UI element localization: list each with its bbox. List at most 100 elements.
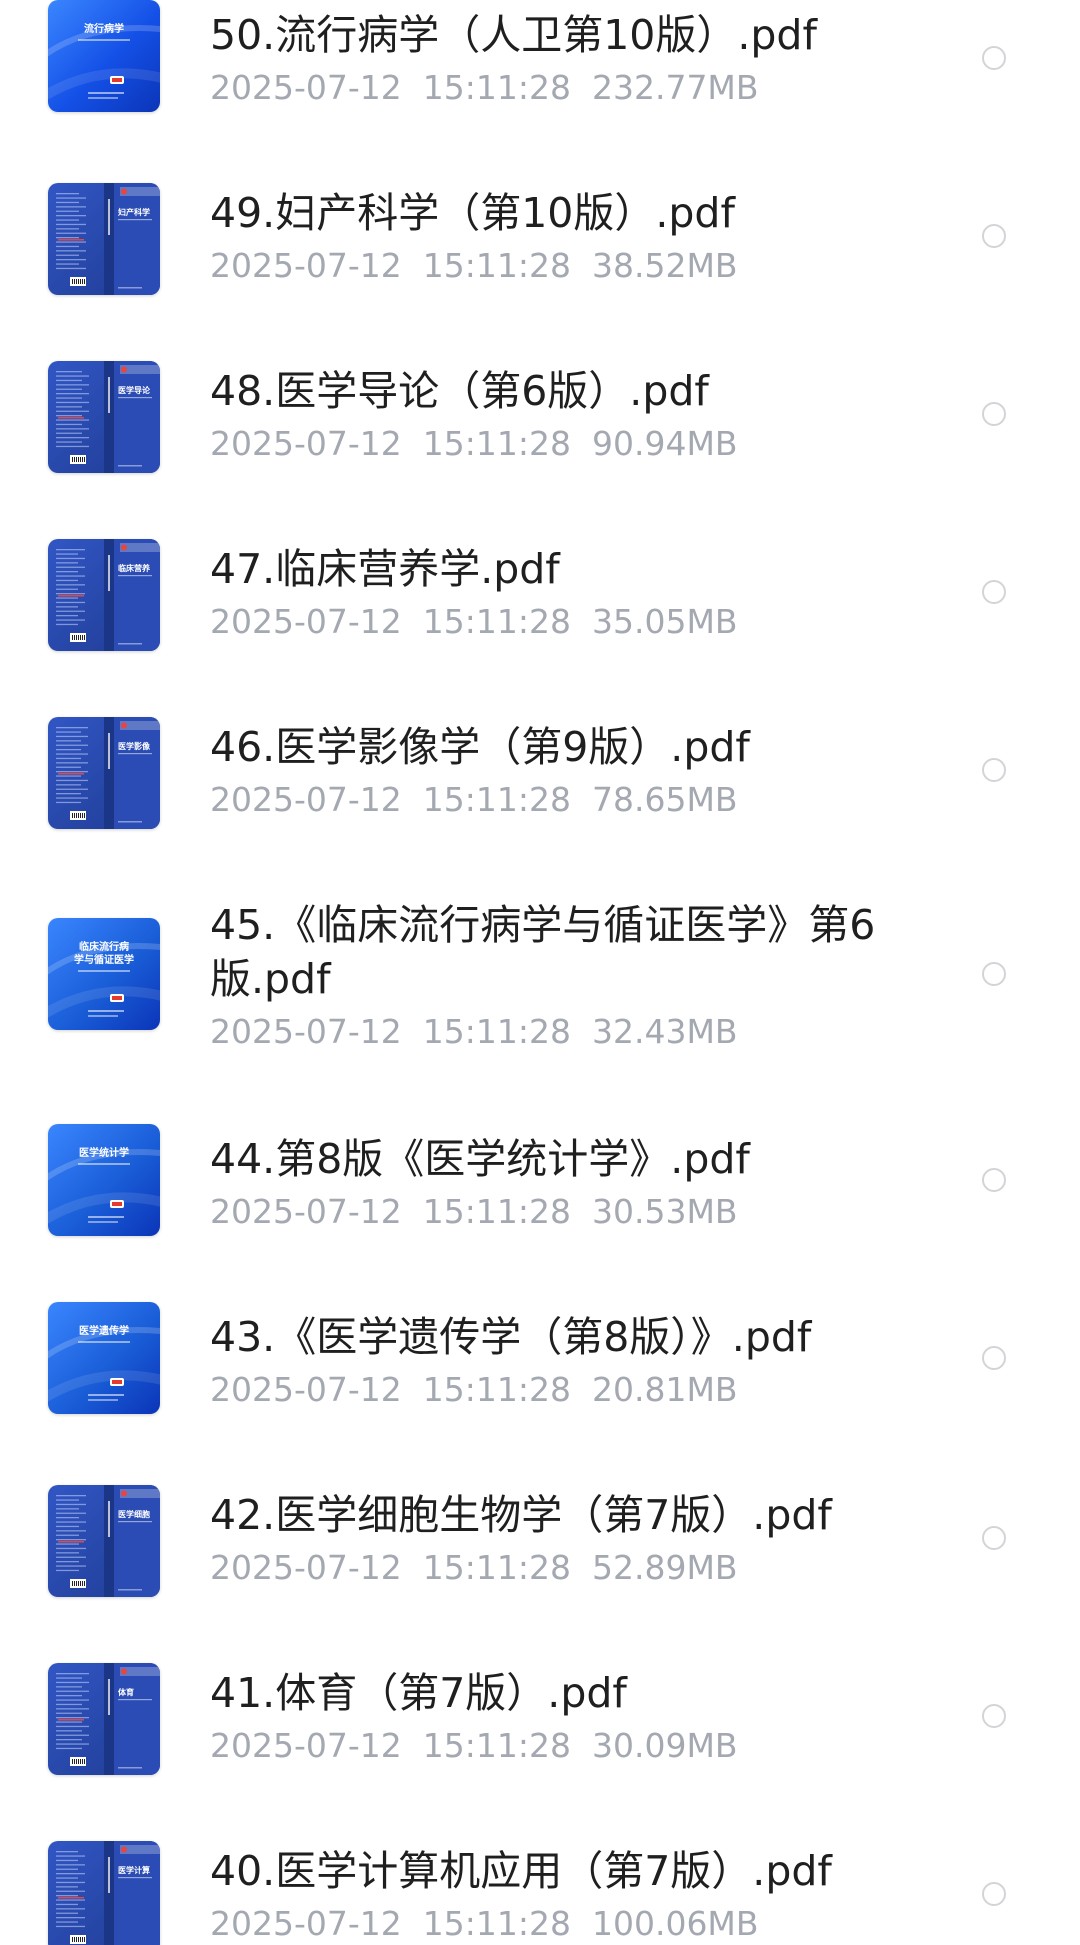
file-row[interactable]: 流行病学 50.流行病学（人卫第10版）.pdf 2025-07-12 15:1… — [0, 0, 1080, 160]
file-date: 2025-07-12 — [210, 424, 402, 463]
file-size: 100.06MB — [591, 1904, 759, 1943]
svg-text:妇产科学: 妇产科学 — [117, 207, 150, 217]
file-time: 15:11:28 — [422, 424, 571, 463]
file-time: 15:11:28 — [422, 246, 571, 285]
file-time: 15:11:28 — [422, 1192, 571, 1231]
book-cover-image: 医学遗传学 — [48, 1302, 160, 1414]
select-radio[interactable] — [982, 1704, 1006, 1728]
file-name: 50.流行病学（人卫第10版）.pdf — [210, 11, 817, 59]
select-radio[interactable] — [982, 1882, 1006, 1906]
svg-text:医学统计学: 医学统计学 — [79, 1146, 129, 1159]
file-name: 48.医学导论（第6版）.pdf — [210, 367, 709, 415]
file-row[interactable]: 医学遗传学 43.《医学遗传学（第8版）》.pdf 2025-07-12 15:… — [0, 1302, 1080, 1462]
select-radio[interactable] — [982, 1346, 1006, 1370]
file-date: 2025-07-12 — [210, 1904, 402, 1943]
svg-text:学与循证医学: 学与循证医学 — [74, 953, 134, 966]
pdf-thumbnail: 医学计算 — [48, 1841, 160, 1945]
file-name: 46.医学影像学（第9版）.pdf — [210, 723, 750, 771]
file-meta: 2025-07-12 15:11:28 232.77MB — [210, 68, 759, 108]
select-radio[interactable] — [982, 1168, 1006, 1192]
select-radio[interactable] — [982, 46, 1006, 70]
file-time: 15:11:28 — [422, 1548, 571, 1587]
file-date: 2025-07-12 — [210, 602, 402, 641]
file-meta: 2025-07-12 15:11:28 32.43MB — [210, 1012, 738, 1052]
file-row[interactable]: 医学导论 48.医学导论（第6版）.pdf 2025-07-12 15:11:2… — [0, 356, 1080, 516]
file-name: 45.《临床流行病学与循证医学》第6版.pdf — [210, 901, 876, 1003]
file-name: 41.体育（第7版）.pdf — [210, 1669, 627, 1717]
file-name: 44.第8版《医学统计学》.pdf — [210, 1135, 750, 1183]
file-row[interactable]: 体育 41.体育（第7版）.pdf 2025-07-12 15:11:28 30… — [0, 1658, 1080, 1818]
pdf-thumbnail: 体育 — [48, 1663, 160, 1775]
file-date: 2025-07-12 — [210, 1726, 402, 1765]
svg-text:医学细胞: 医学细胞 — [118, 1509, 150, 1519]
pdf-thumbnail: 临床营养 — [48, 539, 160, 651]
file-row[interactable]: 妇产科学 49.妇产科学（第10版）.pdf 2025-07-12 15:11:… — [0, 178, 1080, 338]
file-name: 40.医学计算机应用（第7版）.pdf — [210, 1847, 832, 1895]
select-radio[interactable] — [982, 962, 1006, 986]
file-time: 15:11:28 — [422, 1726, 571, 1765]
file-size: 78.65MB — [591, 780, 738, 819]
file-name: 47.临床营养学.pdf — [210, 545, 560, 593]
book-cover-image: 临床流行病学与循证医学 — [48, 918, 160, 1030]
file-list: 流行病学 50.流行病学（人卫第10版）.pdf 2025-07-12 15:1… — [0, 0, 1080, 1945]
file-size: 32.43MB — [591, 1012, 738, 1051]
book-cover-image: 体育 — [48, 1663, 160, 1775]
pdf-thumbnail: 医学导论 — [48, 361, 160, 473]
file-meta: 2025-07-12 15:11:28 100.06MB — [210, 1904, 759, 1944]
file-time: 15:11:28 — [422, 68, 571, 107]
file-meta: 2025-07-12 15:11:28 90.94MB — [210, 424, 738, 464]
svg-text:医学影像: 医学影像 — [118, 741, 151, 751]
svg-text:流行病学: 流行病学 — [84, 22, 124, 35]
file-time: 15:11:28 — [422, 1012, 571, 1051]
pdf-thumbnail: 妇产科学 — [48, 183, 160, 295]
file-size: 90.94MB — [591, 424, 738, 463]
book-cover-image: 医学细胞 — [48, 1485, 160, 1597]
book-cover-image: 医学影像 — [48, 717, 160, 829]
file-date: 2025-07-12 — [210, 1192, 402, 1231]
pdf-thumbnail: 医学细胞 — [48, 1485, 160, 1597]
file-name: 43.《医学遗传学（第8版）》.pdf — [210, 1313, 812, 1361]
file-name: 42.医学细胞生物学（第7版）.pdf — [210, 1491, 832, 1539]
file-row[interactable]: 医学统计学 44.第8版《医学统计学》.pdf 2025-07-12 15:11… — [0, 1124, 1080, 1284]
file-size: 20.81MB — [591, 1370, 738, 1409]
file-date: 2025-07-12 — [210, 1012, 402, 1051]
file-meta: 2025-07-12 15:11:28 52.89MB — [210, 1548, 738, 1588]
select-radio[interactable] — [982, 224, 1006, 248]
book-cover-image: 医学计算 — [48, 1841, 160, 1945]
select-radio[interactable] — [982, 1526, 1006, 1550]
pdf-thumbnail: 医学影像 — [48, 717, 160, 829]
file-row[interactable]: 医学计算 40.医学计算机应用（第7版）.pdf 2025-07-12 15:1… — [0, 1836, 1080, 1945]
file-date: 2025-07-12 — [210, 1370, 402, 1409]
svg-text:体育: 体育 — [118, 1687, 134, 1697]
select-radio[interactable] — [982, 402, 1006, 426]
file-meta: 2025-07-12 15:11:28 35.05MB — [210, 602, 738, 642]
select-radio[interactable] — [982, 580, 1006, 604]
file-time: 15:11:28 — [422, 1904, 571, 1943]
file-date: 2025-07-12 — [210, 780, 402, 819]
pdf-thumbnail: 医学遗传学 — [48, 1302, 160, 1414]
file-row[interactable]: 临床流行病 学与循证医学 45.《临床流行病学与循证医学》第6版.pdf 2025… — [0, 890, 1080, 1110]
svg-text:医学计算: 医学计算 — [118, 1865, 150, 1875]
file-name: 49.妇产科学（第10版）.pdf — [210, 189, 735, 237]
file-date: 2025-07-12 — [210, 1548, 402, 1587]
file-size: 30.53MB — [591, 1192, 738, 1231]
file-size: 35.05MB — [591, 602, 738, 641]
book-cover-image: 妇产科学 — [48, 183, 160, 295]
svg-text:临床流行病: 临床流行病 — [79, 940, 129, 953]
file-row[interactable]: 医学影像 46.医学影像学（第9版）.pdf 2025-07-12 15:11:… — [0, 712, 1080, 872]
book-cover-image: 流行病学 — [48, 0, 160, 112]
file-time: 15:11:28 — [422, 1370, 571, 1409]
file-date: 2025-07-12 — [210, 246, 402, 285]
svg-text:医学导论: 医学导论 — [118, 385, 151, 395]
file-date: 2025-07-12 — [210, 68, 402, 107]
file-row[interactable]: 临床营养 47.临床营养学.pdf 2025-07-12 15:11:28 35… — [0, 534, 1080, 694]
file-meta: 2025-07-12 15:11:28 20.81MB — [210, 1370, 738, 1410]
pdf-thumbnail: 医学统计学 — [48, 1124, 160, 1236]
file-meta: 2025-07-12 15:11:28 78.65MB — [210, 780, 738, 820]
file-size: 30.09MB — [591, 1726, 738, 1765]
svg-text:医学遗传学: 医学遗传学 — [79, 1324, 129, 1337]
book-cover-image: 医学统计学 — [48, 1124, 160, 1236]
pdf-thumbnail: 流行病学 — [48, 0, 160, 112]
select-radio[interactable] — [982, 758, 1006, 782]
file-row[interactable]: 医学细胞 42.医学细胞生物学（第7版）.pdf 2025-07-12 15:1… — [0, 1480, 1080, 1640]
